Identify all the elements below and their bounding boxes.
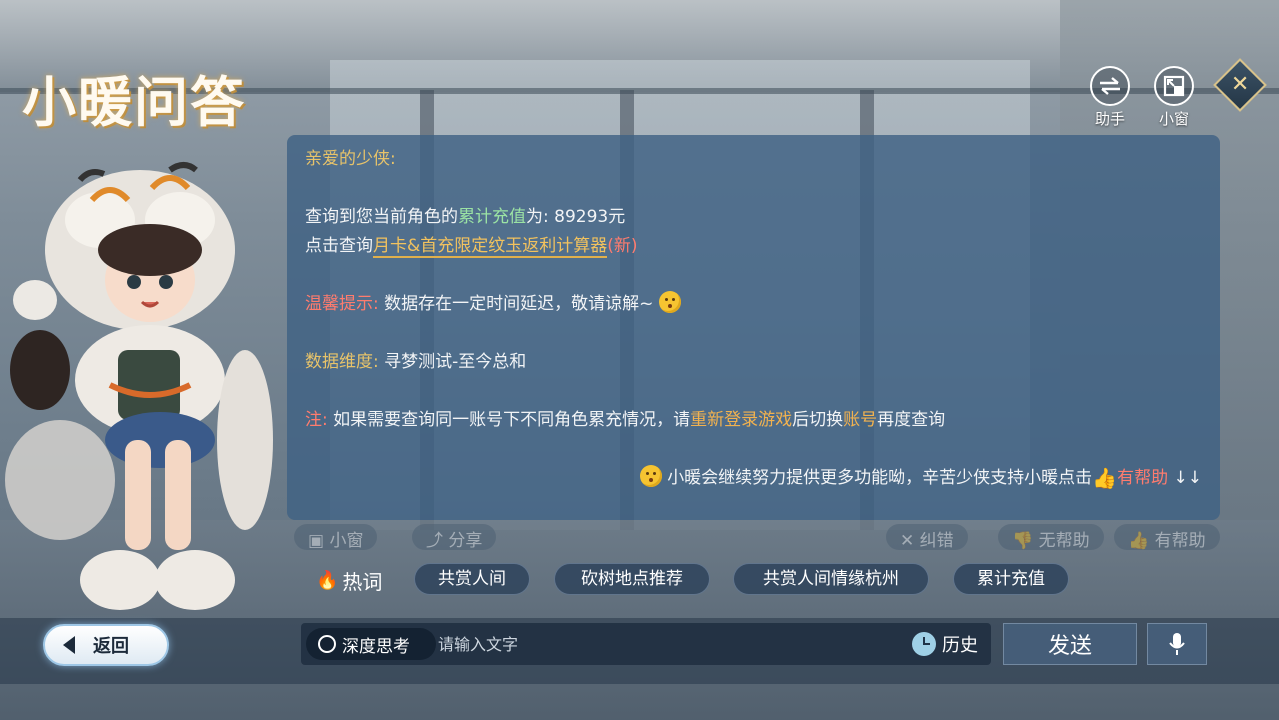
- note-label: 注:: [305, 410, 328, 430]
- greeting: 亲爱的少侠:: [305, 149, 396, 169]
- down-arrows: ↓↓: [1173, 468, 1203, 488]
- page-title: 小暖问答: [22, 70, 246, 134]
- mini-window-label: 小窗: [1158, 110, 1189, 128]
- message-input[interactable]: [438, 628, 898, 660]
- kiss-emoji-icon: [639, 465, 662, 487]
- note-line: 注: 如果需要查询同一账号下不同角色累充情况，请重新登录游戏后切换账号再度查询: [305, 410, 946, 430]
- correct-action[interactable]: ✕ 纠错: [886, 524, 968, 551]
- voice-button[interactable]: [1147, 623, 1207, 665]
- query-value: 89293元: [554, 207, 626, 227]
- not-helpful-action[interactable]: 👎 无帮助: [998, 524, 1104, 551]
- history-button[interactable]: 历史: [912, 630, 978, 658]
- hot-chip[interactable]: 共赏人间: [414, 563, 530, 595]
- back-button[interactable]: 返回: [43, 624, 169, 666]
- tip-line: 温馨提示: 数据存在一定时间延迟，敬请谅解~: [305, 290, 681, 319]
- tip-label: 温馨提示:: [305, 294, 379, 314]
- deep-think-toggle[interactable]: 深度思考: [306, 628, 436, 660]
- hot-words-label: 🔥 热词: [316, 570, 383, 594]
- microphone-icon: [1169, 633, 1185, 655]
- fire-icon: 🔥: [316, 570, 339, 591]
- footer-helpful: 有帮助: [1117, 468, 1169, 488]
- answer-panel: 亲爱的少侠: 查询到您当前角色的累计充值为: 89293元 点击查询月卡&首充限…: [287, 135, 1220, 520]
- character-illustration: [5, 162, 273, 610]
- calc-line: 点击查询月卡&首充限定纹玉返利计算器(新): [305, 236, 638, 258]
- radio-icon: [318, 635, 336, 653]
- close-icon: ✕: [1230, 72, 1250, 97]
- dimension-line: 数据维度: 寻梦测试-至今总和: [305, 352, 527, 372]
- assistant-label: 助手: [1094, 110, 1125, 128]
- mini-window-button[interactable]: 小窗: [1151, 66, 1197, 128]
- swap-icon: [1090, 66, 1130, 106]
- assistant-button[interactable]: 助手: [1087, 66, 1133, 128]
- thumbs-up-icon: 👍: [1092, 466, 1118, 490]
- mini-window-icon: [1154, 66, 1194, 106]
- hot-chip[interactable]: 共赏人间情缘杭州: [733, 563, 929, 595]
- footer-line: 小暖会继续努力提供更多功能呦，辛苦少侠支持小暖点击👍有帮助 ↓↓: [639, 464, 1203, 493]
- helpful-action[interactable]: 👍 有帮助: [1114, 524, 1220, 551]
- mini-window-action[interactable]: ▣ 小窗: [294, 524, 378, 551]
- clock-icon: [912, 632, 936, 656]
- new-badge: (新): [607, 236, 638, 256]
- hot-chip[interactable]: 砍树地点推荐: [554, 563, 710, 595]
- calculator-link[interactable]: 月卡&首充限定纹玉返利计算器: [373, 236, 608, 258]
- shush-emoji-icon: [658, 291, 681, 313]
- send-button[interactable]: 发送: [1003, 623, 1137, 665]
- back-arrow-icon: [63, 636, 75, 654]
- share-action[interactable]: ⤴ 分享: [412, 524, 497, 551]
- hot-chip[interactable]: 累计充值: [953, 563, 1069, 595]
- query-line: 查询到您当前角色的累计充值为: 89293元: [305, 207, 626, 227]
- query-term: 累计充值: [458, 207, 526, 227]
- dimension-label: 数据维度:: [305, 352, 379, 372]
